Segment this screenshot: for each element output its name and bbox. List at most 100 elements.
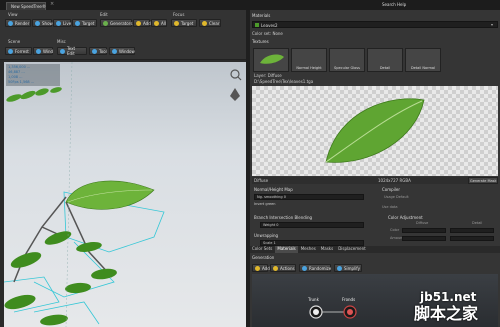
generators-button[interactable]: Generators	[100, 19, 132, 27]
size-info: 1024x727 RGBA	[378, 177, 411, 183]
chevron-down-icon: ▾	[491, 22, 494, 27]
simplify-icon	[337, 265, 342, 271]
show-icon	[35, 20, 40, 26]
randomize-icon	[302, 265, 307, 271]
live-button[interactable]: Live	[53, 19, 71, 27]
color-row-label: Color	[390, 228, 400, 232]
render-icon	[8, 20, 13, 26]
format-label: Diffuse	[254, 177, 269, 183]
panel-tabs: Color Sets Materials Meshes Masks Displa…	[250, 246, 500, 253]
window-button[interactable]: Window	[109, 47, 135, 55]
material-select[interactable]: Leaves2 ▾	[252, 21, 498, 28]
add-icon	[255, 265, 260, 271]
unwrapping-header: Unwrapping	[254, 233, 279, 238]
forrest-icon	[8, 48, 13, 54]
textures-label: Textures	[252, 39, 269, 44]
texture-info-bar: Diffuse 1024x727 RGBA Generate Mask	[252, 177, 498, 184]
leaf-cluster-top	[6, 87, 62, 102]
window-icon	[112, 48, 117, 54]
texture-slot-detail-normal[interactable]: Detail Normal	[405, 48, 441, 72]
tool-icon	[92, 48, 97, 54]
gen-actions-button[interactable]: Actions	[270, 264, 296, 272]
clear-icon	[202, 20, 207, 26]
toolbar: View Edit Focus Render Show Live Target …	[0, 10, 246, 60]
watermark-brand: 脚本之家	[414, 304, 479, 323]
group-label-view: View	[8, 12, 18, 17]
diffuse-column-label: Diffuse	[416, 221, 429, 225]
search-help-link[interactable]: Search Help	[382, 3, 406, 7]
tab-document-label: New SpeedTree®	[11, 4, 46, 9]
layer-label: Layer: Diffuse	[254, 73, 282, 78]
texture-file-path[interactable]: D:\SpeedTree\Tex\leaves1.tga	[254, 80, 313, 84]
color-adjustment-header: Color Adjustment	[388, 215, 423, 220]
generators-icon	[103, 20, 108, 26]
actions-icon	[273, 265, 278, 271]
close-tab-icon[interactable]: ×	[50, 2, 56, 8]
trunk-node-label: Trunk	[308, 297, 319, 302]
group-label-edit: Edit	[100, 12, 108, 17]
tree-scene	[4, 62, 165, 327]
texture-slot-normal[interactable]: Normal Height	[291, 48, 327, 72]
tool-button[interactable]: Tool	[89, 47, 107, 55]
tab-meshes[interactable]: Meshes	[299, 246, 318, 253]
tab-masks[interactable]: Masks	[319, 246, 335, 253]
generate-mask-button[interactable]: Generate Mask	[468, 177, 498, 184]
gen-randomize-button[interactable]: Randomize	[299, 264, 331, 272]
watermark-url: jb51.net	[420, 290, 477, 304]
usage-field[interactable]: Usage Default	[384, 195, 409, 200]
group-label-focus: Focus	[173, 12, 185, 17]
color-set-label: Color set: None	[252, 31, 283, 36]
leaf-thumbnail-icon	[260, 54, 284, 64]
view-target-button[interactable]: Target	[72, 19, 97, 27]
focus-target-icon	[174, 20, 179, 26]
tab-materials[interactable]: Materials	[275, 246, 298, 253]
detail-color-field[interactable]	[450, 228, 494, 233]
text-edit-icon	[60, 48, 65, 54]
live-icon	[56, 20, 61, 26]
render-button[interactable]: Render	[5, 19, 31, 27]
fronds-node-label: Fronds	[342, 297, 356, 302]
add-icon	[136, 20, 141, 26]
selected-leaf[interactable]	[65, 180, 155, 210]
tab-document[interactable]: New SpeedTree®	[6, 2, 46, 10]
texture-slot-specular[interactable]: Specular Gloss	[329, 48, 365, 72]
material-name: Leaves2	[261, 22, 278, 28]
clear-button[interactable]: Clear	[199, 19, 221, 27]
show-button[interactable]: Show	[32, 19, 53, 27]
diffuse-color-field[interactable]	[402, 228, 446, 233]
invert-green-checkbox[interactable]: Invert green	[254, 202, 276, 207]
compiler-header: Compiler	[382, 187, 401, 192]
tab-color-sets[interactable]: Color Sets	[250, 246, 274, 253]
leaf-texture-image	[325, 98, 425, 163]
smoothing-slider[interactable]: Ng. smoothing 0	[254, 194, 364, 200]
texture-slot-detail[interactable]: Detail	[367, 48, 403, 72]
gen-add-button[interactable]: Add	[252, 264, 270, 272]
texture-preview[interactable]	[252, 86, 498, 176]
detail-amount-field[interactable]	[450, 236, 494, 241]
gen-simplify-button[interactable]: Simplify	[334, 264, 362, 272]
leaf-cluster-lower	[4, 231, 117, 326]
group-label-misc: Misc	[57, 39, 66, 44]
normal-height-header: Normal/Height Map	[254, 187, 293, 192]
branch-blending-header[interactable]: Branch Intersection Blending	[254, 216, 312, 220]
detail-column-label: Detail	[472, 221, 483, 225]
all-button[interactable]: All	[151, 19, 167, 27]
materials-header: Materials	[252, 13, 271, 18]
forrest-button[interactable]: Forrest	[5, 47, 32, 55]
texture-slot-diffuse[interactable]	[253, 48, 289, 72]
generation-header: Generation	[252, 255, 275, 260]
add-button[interactable]: Add	[133, 19, 151, 27]
tab-displacement[interactable]: Displacement	[336, 246, 368, 253]
wind-icon	[36, 48, 41, 54]
text-edit-button[interactable]: Text Edit	[57, 46, 87, 56]
diffuse-amount-field[interactable]	[402, 236, 446, 241]
3d-viewport[interactable]: 1,356,000 ... 46,887 ... 1,008 ... 50Fps…	[4, 62, 246, 327]
target-icon	[75, 20, 80, 26]
materials-panel: Materials Leaves2 ▾ Color set: None Text…	[250, 10, 500, 327]
use-data-label: Use data	[382, 205, 398, 209]
all-icon	[154, 20, 159, 26]
weight-slider[interactable]: Weight 0	[260, 222, 364, 228]
focus-target-button[interactable]: Target	[171, 19, 197, 27]
wind-button[interactable]: Wind	[33, 47, 53, 55]
title-bar	[0, 0, 500, 10]
